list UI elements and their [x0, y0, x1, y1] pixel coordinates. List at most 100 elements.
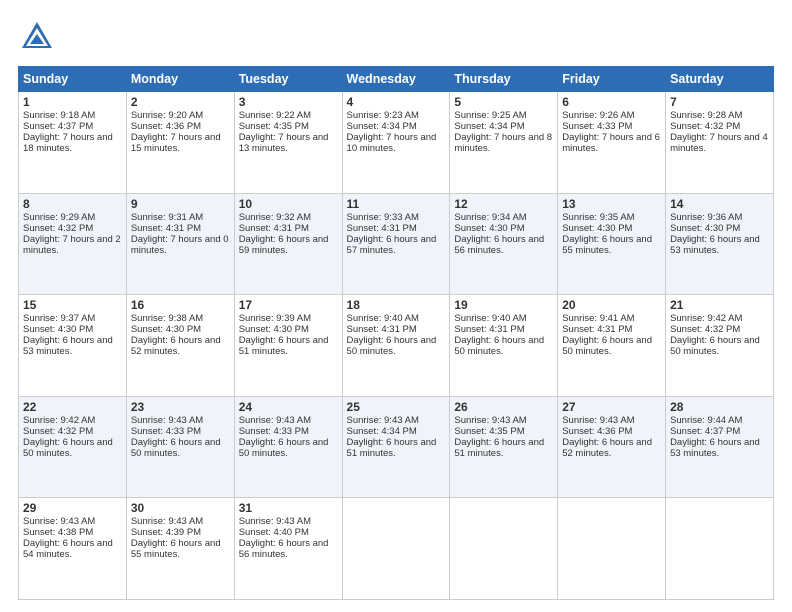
weekday-header: Friday: [558, 67, 666, 92]
calendar-day-cell: 17Sunrise: 9:39 AMSunset: 4:30 PMDayligh…: [234, 295, 342, 397]
daylight-text: Daylight: 6 hours and 52 minutes.: [131, 335, 221, 357]
daylight-text: Daylight: 7 hours and 15 minutes.: [131, 132, 221, 154]
daylight-text: Daylight: 7 hours and 13 minutes.: [239, 132, 329, 154]
calendar-day-cell: 10Sunrise: 9:32 AMSunset: 4:31 PMDayligh…: [234, 193, 342, 295]
sunrise-text: Sunrise: 9:39 AM: [239, 313, 311, 324]
calendar-day-cell: 30Sunrise: 9:43 AMSunset: 4:39 PMDayligh…: [126, 498, 234, 600]
daylight-text: Daylight: 6 hours and 54 minutes.: [23, 538, 113, 560]
sunrise-text: Sunrise: 9:22 AM: [239, 110, 311, 121]
calendar-day-cell: 8Sunrise: 9:29 AMSunset: 4:32 PMDaylight…: [19, 193, 127, 295]
daylight-text: Daylight: 6 hours and 56 minutes.: [454, 234, 544, 256]
sunrise-text: Sunrise: 9:23 AM: [347, 110, 419, 121]
calendar-week-row: 1Sunrise: 9:18 AMSunset: 4:37 PMDaylight…: [19, 92, 774, 194]
sunset-text: Sunset: 4:35 PM: [239, 121, 309, 132]
calendar-day-cell: 9Sunrise: 9:31 AMSunset: 4:31 PMDaylight…: [126, 193, 234, 295]
day-number: 2: [131, 95, 230, 109]
daylight-text: Daylight: 6 hours and 52 minutes.: [562, 437, 652, 459]
sunset-text: Sunset: 4:36 PM: [131, 121, 201, 132]
day-number: 20: [562, 298, 661, 312]
sunrise-text: Sunrise: 9:38 AM: [131, 313, 203, 324]
calendar-day-cell: 26Sunrise: 9:43 AMSunset: 4:35 PMDayligh…: [450, 396, 558, 498]
daylight-text: Daylight: 6 hours and 53 minutes.: [670, 234, 760, 256]
sunset-text: Sunset: 4:34 PM: [347, 426, 417, 437]
day-number: 12: [454, 197, 553, 211]
sunrise-text: Sunrise: 9:42 AM: [670, 313, 742, 324]
calendar-day-cell: 23Sunrise: 9:43 AMSunset: 4:33 PMDayligh…: [126, 396, 234, 498]
sunrise-text: Sunrise: 9:43 AM: [347, 415, 419, 426]
daylight-text: Daylight: 6 hours and 53 minutes.: [670, 437, 760, 459]
calendar-day-cell: 11Sunrise: 9:33 AMSunset: 4:31 PMDayligh…: [342, 193, 450, 295]
daylight-text: Daylight: 6 hours and 53 minutes.: [23, 335, 113, 357]
sunset-text: Sunset: 4:32 PM: [670, 324, 740, 335]
daylight-text: Daylight: 6 hours and 56 minutes.: [239, 538, 329, 560]
sunrise-text: Sunrise: 9:44 AM: [670, 415, 742, 426]
daylight-text: Daylight: 7 hours and 0 minutes.: [131, 234, 229, 256]
daylight-text: Daylight: 6 hours and 50 minutes.: [670, 335, 760, 357]
sunset-text: Sunset: 4:30 PM: [562, 223, 632, 234]
daylight-text: Daylight: 6 hours and 50 minutes.: [131, 437, 221, 459]
calendar-day-cell: 2Sunrise: 9:20 AMSunset: 4:36 PMDaylight…: [126, 92, 234, 194]
sunset-text: Sunset: 4:37 PM: [670, 426, 740, 437]
weekday-header: Monday: [126, 67, 234, 92]
calendar-day-cell: 29Sunrise: 9:43 AMSunset: 4:38 PMDayligh…: [19, 498, 127, 600]
calendar-week-row: 15Sunrise: 9:37 AMSunset: 4:30 PMDayligh…: [19, 295, 774, 397]
sunset-text: Sunset: 4:31 PM: [131, 223, 201, 234]
day-number: 17: [239, 298, 338, 312]
sunset-text: Sunset: 4:40 PM: [239, 527, 309, 538]
day-number: 11: [347, 197, 446, 211]
sunset-text: Sunset: 4:36 PM: [562, 426, 632, 437]
sunrise-text: Sunrise: 9:40 AM: [347, 313, 419, 324]
calendar-day-cell: 7Sunrise: 9:28 AMSunset: 4:32 PMDaylight…: [666, 92, 774, 194]
calendar-day-cell: 19Sunrise: 9:40 AMSunset: 4:31 PMDayligh…: [450, 295, 558, 397]
day-number: 13: [562, 197, 661, 211]
calendar-day-cell: 27Sunrise: 9:43 AMSunset: 4:36 PMDayligh…: [558, 396, 666, 498]
sunset-text: Sunset: 4:31 PM: [239, 223, 309, 234]
day-number: 14: [670, 197, 769, 211]
day-number: 28: [670, 400, 769, 414]
sunset-text: Sunset: 4:32 PM: [23, 223, 93, 234]
day-number: 9: [131, 197, 230, 211]
calendar-day-cell: 3Sunrise: 9:22 AMSunset: 4:35 PMDaylight…: [234, 92, 342, 194]
calendar-day-cell: 12Sunrise: 9:34 AMSunset: 4:30 PMDayligh…: [450, 193, 558, 295]
sunset-text: Sunset: 4:32 PM: [670, 121, 740, 132]
sunset-text: Sunset: 4:34 PM: [454, 121, 524, 132]
day-number: 18: [347, 298, 446, 312]
day-number: 5: [454, 95, 553, 109]
daylight-text: Daylight: 7 hours and 8 minutes.: [454, 132, 552, 154]
sunrise-text: Sunrise: 9:43 AM: [23, 516, 95, 527]
day-number: 3: [239, 95, 338, 109]
sunset-text: Sunset: 4:30 PM: [670, 223, 740, 234]
daylight-text: Daylight: 6 hours and 59 minutes.: [239, 234, 329, 256]
calendar-day-cell: 6Sunrise: 9:26 AMSunset: 4:33 PMDaylight…: [558, 92, 666, 194]
weekday-header: Wednesday: [342, 67, 450, 92]
day-number: 30: [131, 501, 230, 515]
header-row: SundayMondayTuesdayWednesdayThursdayFrid…: [19, 67, 774, 92]
calendar-day-cell: 22Sunrise: 9:42 AMSunset: 4:32 PMDayligh…: [19, 396, 127, 498]
sunset-text: Sunset: 4:33 PM: [239, 426, 309, 437]
calendar-day-cell: [450, 498, 558, 600]
calendar-day-cell: 4Sunrise: 9:23 AMSunset: 4:34 PMDaylight…: [342, 92, 450, 194]
calendar-day-cell: 28Sunrise: 9:44 AMSunset: 4:37 PMDayligh…: [666, 396, 774, 498]
sunset-text: Sunset: 4:30 PM: [454, 223, 524, 234]
daylight-text: Daylight: 7 hours and 2 minutes.: [23, 234, 121, 256]
calendar-day-cell: 14Sunrise: 9:36 AMSunset: 4:30 PMDayligh…: [666, 193, 774, 295]
calendar-day-cell: 15Sunrise: 9:37 AMSunset: 4:30 PMDayligh…: [19, 295, 127, 397]
daylight-text: Daylight: 6 hours and 50 minutes.: [454, 335, 544, 357]
daylight-text: Daylight: 6 hours and 50 minutes.: [239, 437, 329, 459]
day-number: 27: [562, 400, 661, 414]
sunrise-text: Sunrise: 9:18 AM: [23, 110, 95, 121]
daylight-text: Daylight: 6 hours and 51 minutes.: [239, 335, 329, 357]
day-number: 21: [670, 298, 769, 312]
day-number: 7: [670, 95, 769, 109]
sunset-text: Sunset: 4:34 PM: [347, 121, 417, 132]
day-number: 25: [347, 400, 446, 414]
sunset-text: Sunset: 4:32 PM: [23, 426, 93, 437]
logo: [18, 18, 60, 56]
daylight-text: Daylight: 6 hours and 50 minutes.: [23, 437, 113, 459]
sunrise-text: Sunrise: 9:32 AM: [239, 212, 311, 223]
day-number: 16: [131, 298, 230, 312]
calendar-day-cell: 18Sunrise: 9:40 AMSunset: 4:31 PMDayligh…: [342, 295, 450, 397]
sunset-text: Sunset: 4:35 PM: [454, 426, 524, 437]
daylight-text: Daylight: 6 hours and 51 minutes.: [347, 437, 437, 459]
daylight-text: Daylight: 6 hours and 50 minutes.: [562, 335, 652, 357]
